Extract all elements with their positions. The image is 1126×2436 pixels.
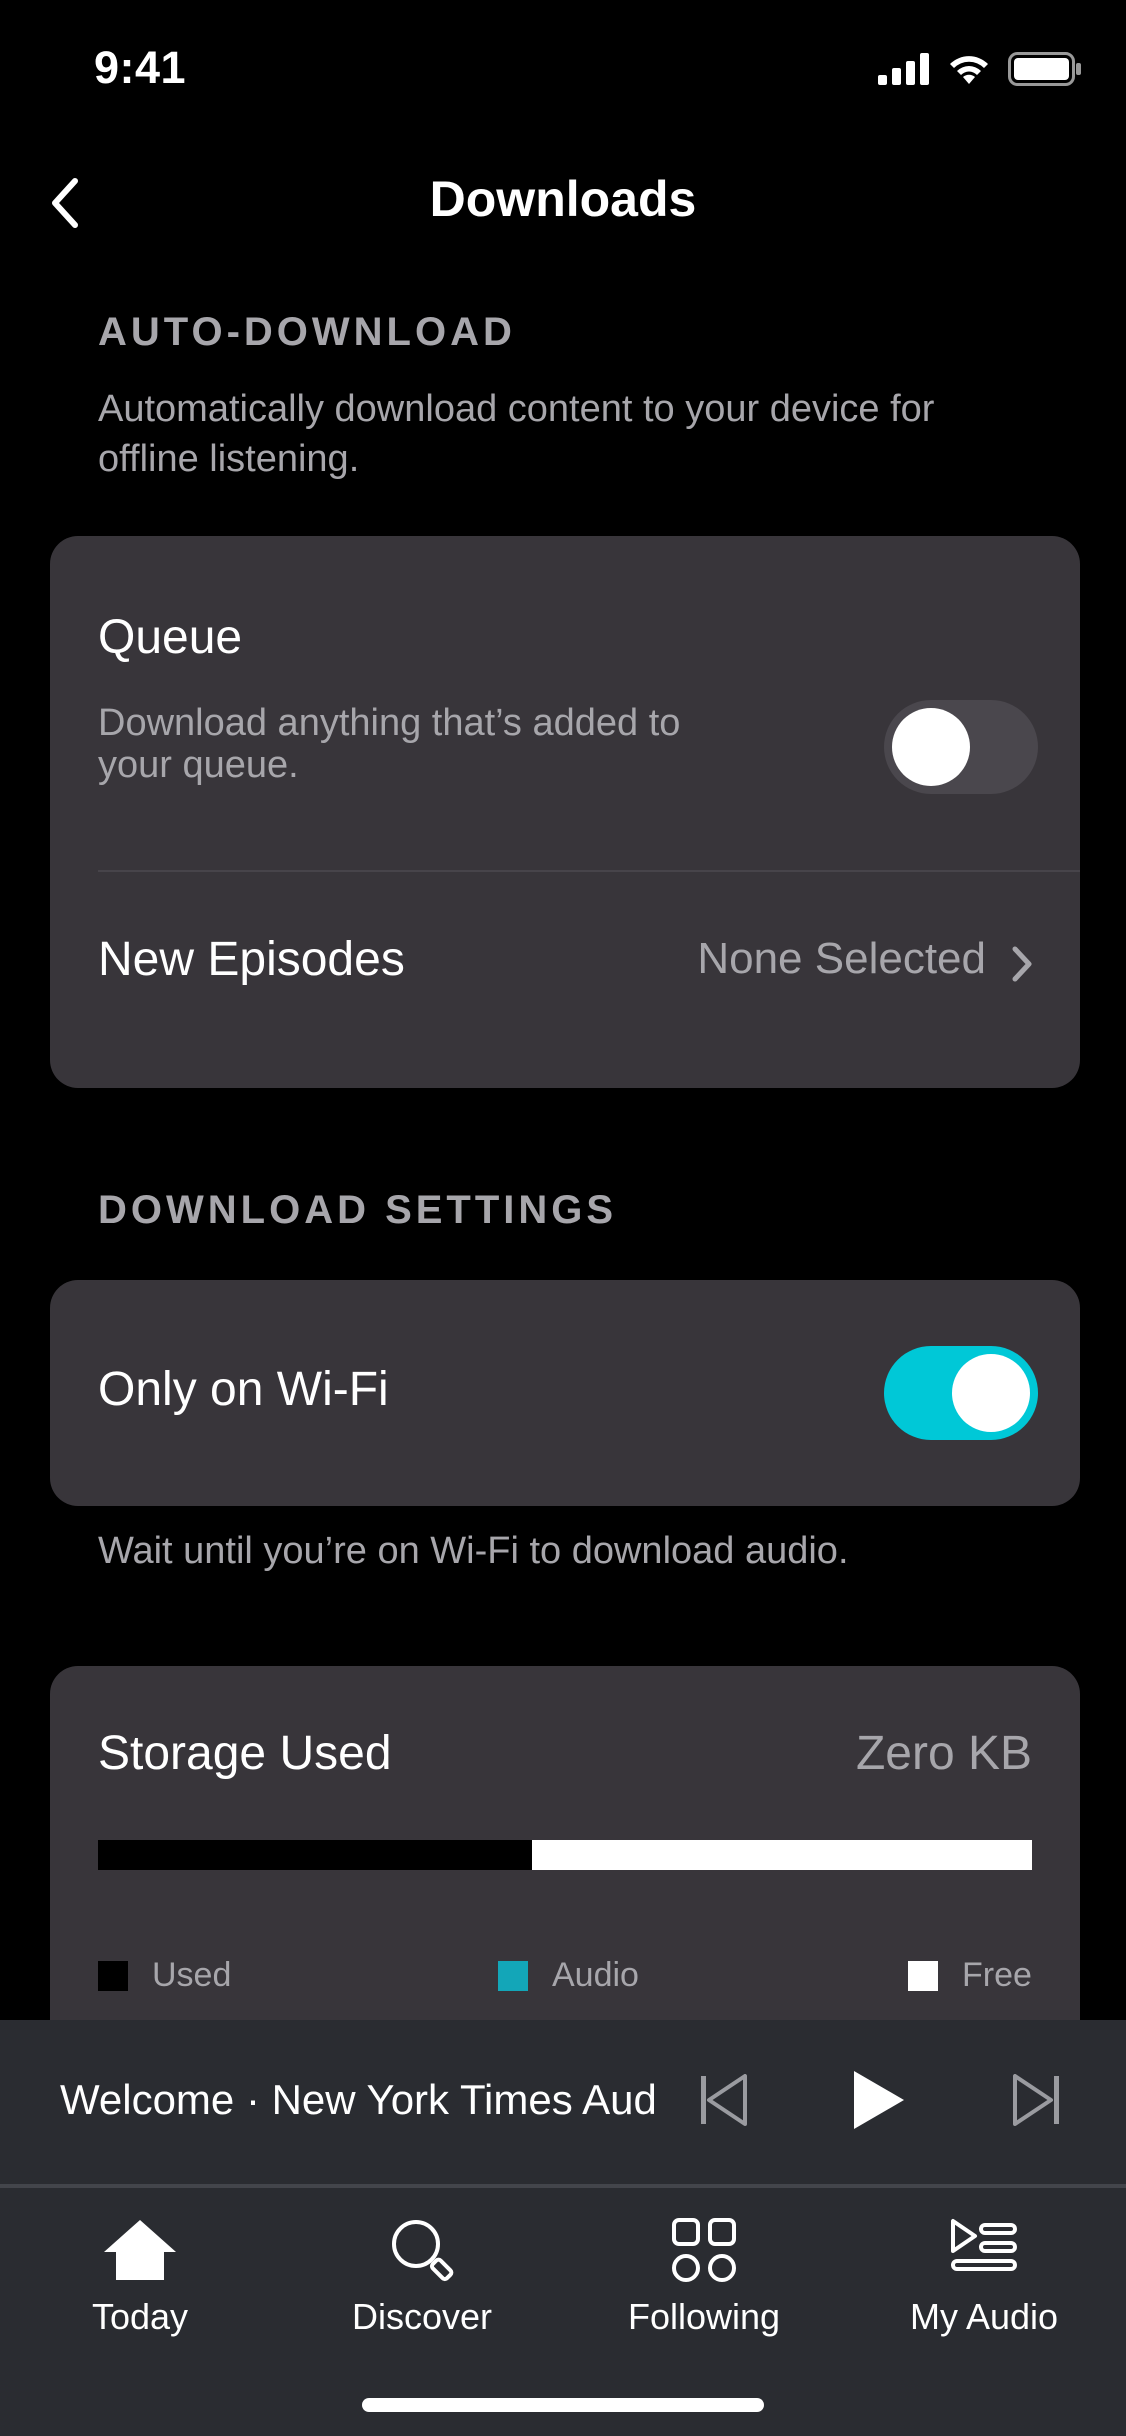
legend-swatch-used [98, 1960, 128, 1991]
status-time: 9:41 [94, 42, 187, 93]
new-episodes-row[interactable]: New Episodes None Selected [50, 872, 1080, 1088]
tab-my-audio-label: My Audio [909, 2296, 1059, 2337]
auto-download-card: Queue Download anything that’s added to … [50, 536, 1080, 1088]
nav-bar: Downloads [0, 150, 1126, 254]
storage-title: Storage Used [98, 1727, 392, 1780]
toggle-knob [892, 708, 970, 786]
storage-bar [98, 1840, 1032, 1870]
queue-subtitle: Download anything that’s added to your q… [98, 702, 681, 786]
chevron-right-icon [1010, 944, 1034, 989]
status-bar: 9:41 [0, 0, 1126, 140]
toggle-knob [952, 1354, 1030, 1432]
home-icon [100, 2210, 180, 2290]
new-episodes-value: None Selected [697, 934, 986, 983]
tab-today-label: Today [91, 2296, 189, 2337]
legend-used: Used [98, 1956, 231, 1995]
signal-icon [878, 53, 930, 90]
tab-following-label: Following [627, 2296, 781, 2337]
storage-value: Zero KB [855, 1727, 1032, 1780]
download-settings-header: DOWNLOAD SETTINGS [98, 1188, 618, 1232]
wifi-card: Only on Wi-Fi [50, 1280, 1080, 1506]
wifi-only-toggle[interactable] [884, 1346, 1038, 1440]
status-icons [878, 52, 1082, 91]
storage-bar-free [532, 1840, 1032, 1870]
grid-icon [664, 2210, 744, 2290]
battery-icon [1008, 52, 1082, 91]
skip-back-button[interactable] [684, 2062, 764, 2142]
tab-discover-label: Discover [351, 2296, 493, 2337]
home-indicator [362, 2398, 764, 2412]
page-title: Downloads [429, 171, 697, 227]
legend-swatch-audio [498, 1960, 528, 1991]
skip-forward-button[interactable] [996, 2062, 1076, 2142]
queue-title: Queue [98, 611, 243, 664]
my-audio-icon [944, 2210, 1024, 2290]
tab-my-audio[interactable]: My Audio [874, 2210, 1094, 2338]
legend-swatch-free [908, 1960, 938, 1991]
legend-audio-label: Audio [552, 1956, 639, 1994]
tab-discover[interactable]: Discover [312, 2210, 532, 2338]
legend-free-label: Free [962, 1956, 1032, 1994]
legend-audio: Audio [498, 1956, 639, 1995]
legend-used-label: Used [152, 1956, 232, 1994]
tab-following[interactable]: Following [594, 2210, 814, 2338]
auto-download-header: AUTO-DOWNLOAD [98, 310, 516, 354]
auto-download-description: Automatically download content to your d… [98, 388, 935, 480]
tab-today[interactable]: Today [30, 2210, 250, 2338]
wifi-icon [946, 52, 992, 91]
new-episodes-title: New Episodes [98, 933, 405, 986]
play-button[interactable] [838, 2062, 918, 2142]
storage-bar-used [98, 1840, 533, 1870]
mini-player[interactable]: Welcome · New York Times Audio [0, 2020, 1126, 2184]
queue-toggle[interactable] [884, 700, 1038, 794]
play-icon [850, 2069, 906, 2136]
mini-player-title[interactable]: Welcome · New York Times Audio [60, 2076, 654, 2124]
wifi-only-title: Only on Wi-Fi [98, 1363, 389, 1416]
search-icon [382, 2210, 462, 2290]
skip-back-icon [699, 2073, 749, 2131]
wifi-note: Wait until you’re on Wi-Fi to download a… [98, 1530, 849, 1572]
legend-free: Free [908, 1956, 1032, 1995]
skip-forward-icon [1011, 2073, 1061, 2131]
